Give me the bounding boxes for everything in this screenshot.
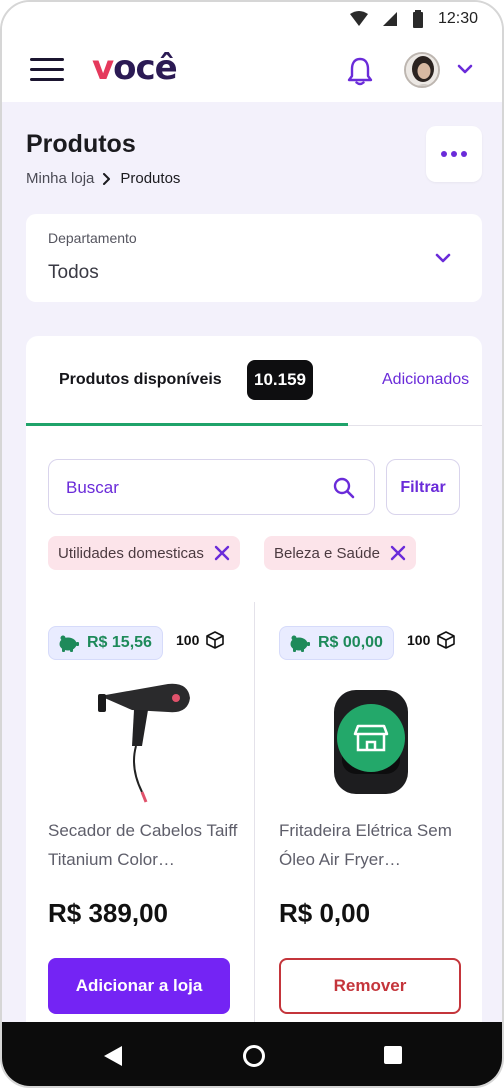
chevron-right-icon: [103, 172, 111, 185]
chevron-down-icon[interactable]: [456, 62, 474, 76]
phone-frame: 12:30 você Produtos Minha loja Produtos …: [0, 0, 504, 1088]
department-select[interactable]: Departamento Todos: [26, 214, 482, 302]
box-icon: [206, 631, 225, 649]
status-bar: 12:30: [2, 2, 502, 38]
hair-dryer-image: [98, 683, 190, 803]
system-nav-bar: [2, 1022, 502, 1086]
product-price: R$ 0,00: [279, 898, 371, 928]
home-icon[interactable]: [242, 1044, 266, 1068]
stock-value: 100: [176, 632, 200, 648]
stock-count: 100: [176, 630, 225, 650]
box-icon: [437, 631, 456, 649]
filter-chip: Beleza e Saúde: [264, 536, 416, 570]
tab-available-label: Produtos disponíveis: [59, 371, 222, 388]
close-icon[interactable]: [214, 545, 230, 561]
product-card: R$ 15,56 100 Secador de Cabelos Taiff Ti…: [48, 602, 276, 1036]
add-to-store-button[interactable]: Adicionar a loja: [48, 958, 230, 1014]
filter-button[interactable]: Filtrar: [386, 459, 460, 515]
tab-available-products[interactable]: Produtos disponíveis 10.159: [26, 336, 348, 426]
signal-icon: [382, 12, 397, 26]
piggy-bank-icon: [59, 635, 79, 652]
product-name: Fritadeira Elétrica Sem Óleo Air Fryer…: [279, 821, 452, 869]
search-placeholder: Buscar: [66, 478, 119, 497]
breadcrumb: Minha loja Produtos: [26, 170, 180, 187]
department-label: Departamento: [48, 230, 137, 246]
back-icon[interactable]: [102, 1044, 124, 1068]
product-price: R$ 389,00: [48, 898, 168, 928]
search-icon[interactable]: [332, 476, 356, 500]
hamburger-icon[interactable]: [30, 58, 64, 82]
chevron-down-icon: [435, 253, 451, 263]
avatar[interactable]: [404, 52, 440, 88]
wifi-icon: [349, 11, 368, 26]
breadcrumb-parent[interactable]: Minha loja: [26, 170, 94, 187]
products-card: Produtos disponíveis 10.159 Adicionados …: [26, 336, 482, 1036]
stock-count: 100: [407, 630, 456, 650]
remove-button[interactable]: Remover: [279, 958, 461, 1014]
cashback-badge: R$ 15,56: [48, 626, 163, 660]
search-input[interactable]: Buscar: [48, 459, 375, 515]
page-title: Produtos: [26, 130, 136, 158]
logo: você: [92, 48, 178, 88]
cashback-value: R$ 15,56: [87, 634, 152, 651]
air-fryer-image: [334, 690, 408, 794]
app-header: você: [2, 38, 502, 102]
breadcrumb-current: Produtos: [120, 170, 181, 187]
filter-chip-label: Beleza e Saúde: [274, 544, 380, 562]
close-icon[interactable]: [390, 545, 406, 561]
recent-apps-icon[interactable]: [383, 1044, 403, 1066]
department-value: Todos: [48, 262, 99, 283]
tab-added-products[interactable]: Adicionados: [382, 371, 469, 389]
product-card: R$ 00,00 100 Fritadeira Elétrica Sem Óle…: [279, 602, 482, 1036]
cashback-value: R$ 00,00: [318, 634, 383, 651]
cashback-badge: R$ 00,00: [279, 626, 394, 660]
available-count-badge: 10.159: [247, 360, 313, 400]
stock-value: 100: [407, 632, 431, 648]
tabs: Produtos disponíveis 10.159 Adicionados: [26, 336, 482, 426]
status-time: 12:30: [437, 10, 478, 27]
page-content: Produtos Minha loja Produtos Departament…: [2, 102, 502, 1036]
battery-icon: [412, 10, 423, 28]
product-name: Secador de Cabelos Taiff Titanium Color…: [48, 821, 238, 869]
filter-chip-label: Utilidades domesticas: [58, 544, 204, 562]
filter-chip: Utilidades domesticas: [48, 536, 240, 570]
piggy-bank-icon: [290, 635, 310, 652]
more-dots-icon[interactable]: [426, 126, 482, 182]
bell-icon[interactable]: [346, 56, 374, 86]
